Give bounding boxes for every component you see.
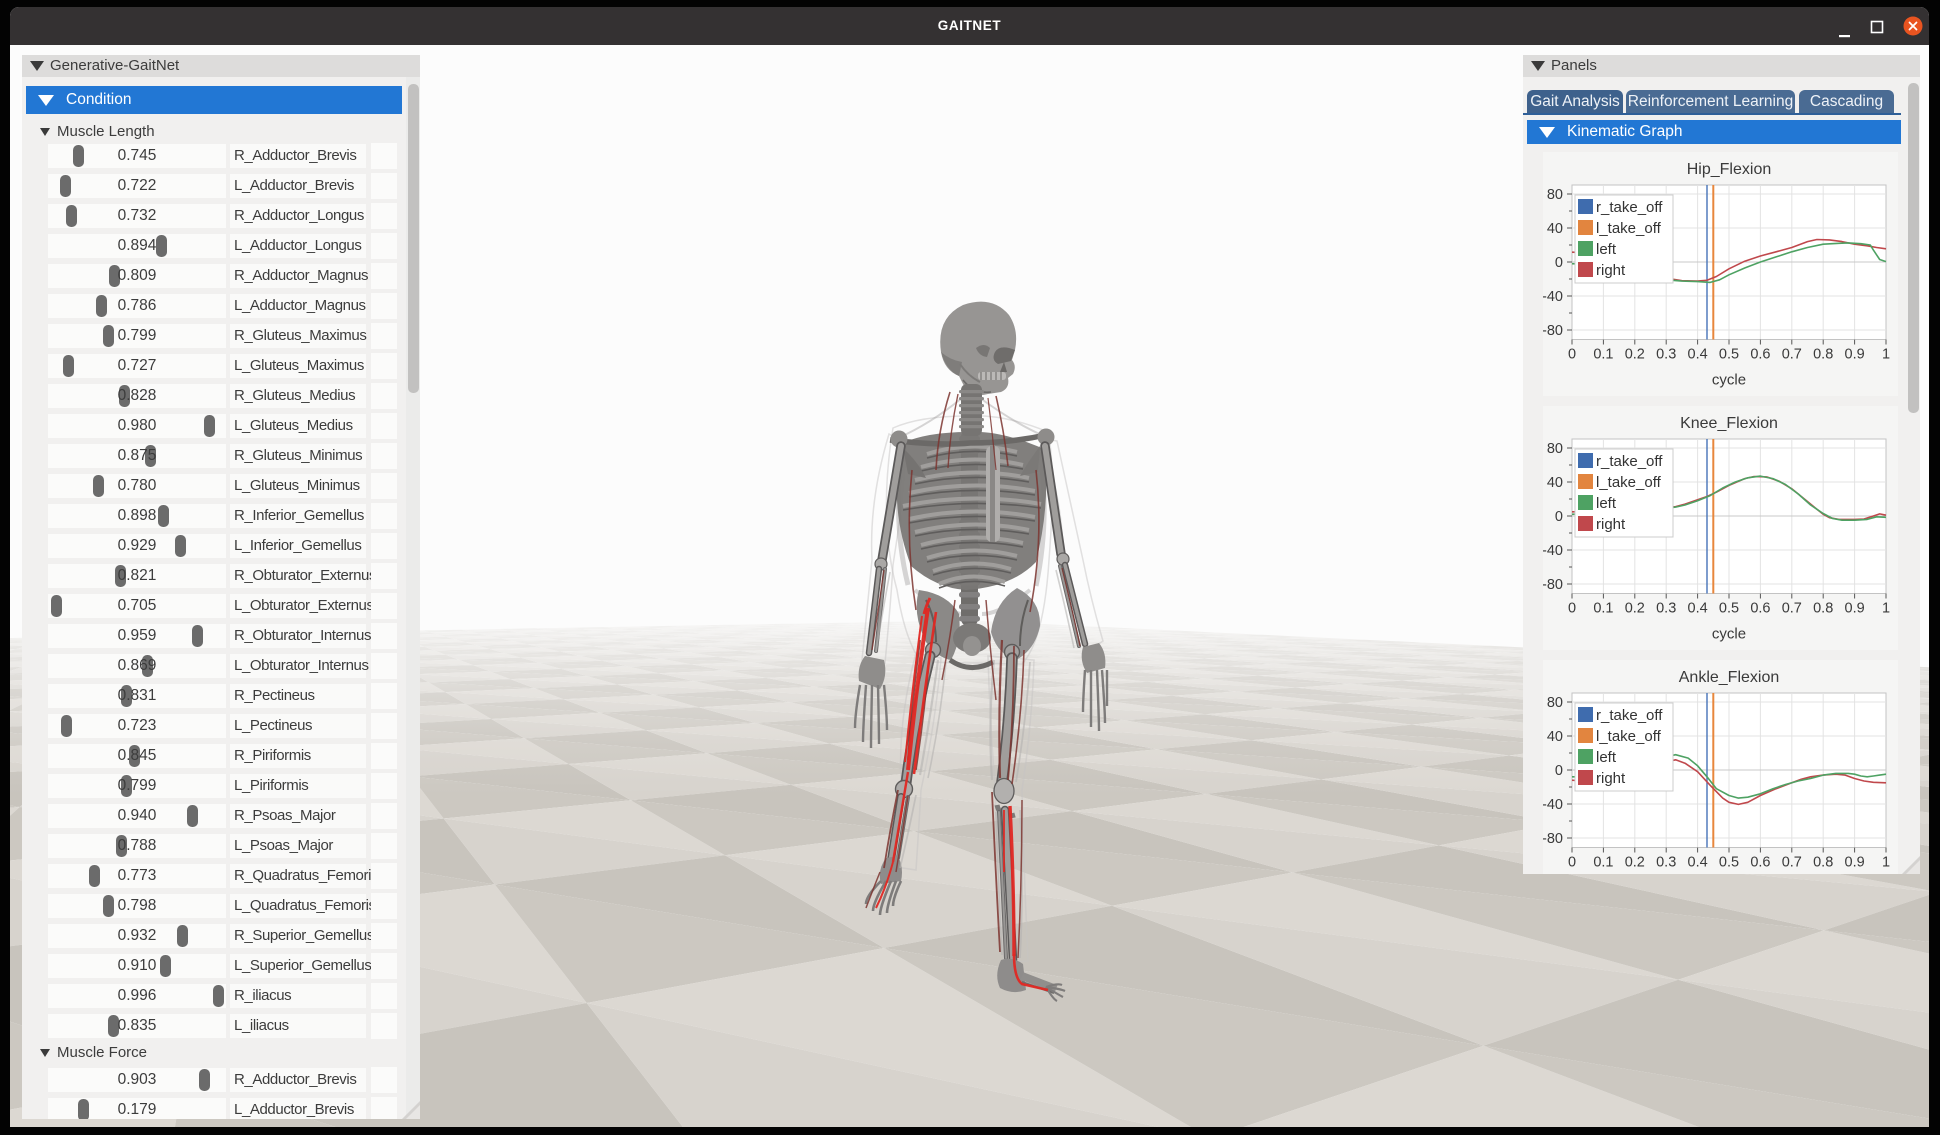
svg-text:l_take_off: l_take_off [1596, 474, 1662, 491]
svg-text:right: right [1596, 516, 1626, 533]
svg-text:0.9: 0.9 [1845, 601, 1865, 617]
svg-text:0: 0 [1555, 509, 1563, 525]
svg-text:40: 40 [1547, 221, 1563, 237]
svg-text:1: 1 [1882, 601, 1890, 617]
svg-text:r_take_off: r_take_off [1596, 707, 1663, 724]
svg-text:r_take_off: r_take_off [1596, 199, 1663, 216]
svg-text:0: 0 [1555, 255, 1563, 271]
svg-text:1: 1 [1882, 347, 1890, 363]
svg-text:left: left [1596, 495, 1617, 512]
svg-text:l_take_off: l_take_off [1596, 220, 1662, 237]
svg-text:40: 40 [1547, 475, 1563, 491]
svg-text:0.5: 0.5 [1719, 347, 1739, 363]
svg-text:0.2: 0.2 [1625, 855, 1645, 871]
svg-text:left: left [1596, 241, 1617, 258]
svg-text:left: left [1596, 749, 1617, 766]
svg-text:right: right [1596, 262, 1626, 279]
svg-text:0.5: 0.5 [1719, 601, 1739, 617]
svg-text:-80: -80 [1543, 323, 1563, 339]
svg-text:0.7: 0.7 [1782, 855, 1802, 871]
svg-text:0: 0 [1568, 347, 1576, 363]
svg-text:0.4: 0.4 [1688, 347, 1708, 363]
svg-text:0.3: 0.3 [1656, 347, 1676, 363]
svg-text:0.2: 0.2 [1625, 347, 1645, 363]
svg-text:0.9: 0.9 [1845, 855, 1865, 871]
svg-text:cycle: cycle [1712, 372, 1746, 389]
svg-text:0.8: 0.8 [1813, 855, 1833, 871]
svg-text:0: 0 [1555, 763, 1563, 779]
svg-text:0.4: 0.4 [1688, 601, 1708, 617]
svg-text:0.1: 0.1 [1593, 347, 1613, 363]
svg-text:0.7: 0.7 [1782, 601, 1802, 617]
svg-text:right: right [1596, 770, 1626, 787]
svg-text:80: 80 [1547, 441, 1563, 457]
svg-text:0.4: 0.4 [1688, 855, 1708, 871]
svg-text:-80: -80 [1543, 831, 1563, 847]
svg-text:Ankle_Flexion: Ankle_Flexion [1679, 669, 1780, 686]
svg-text:cycle: cycle [1712, 626, 1746, 643]
svg-text:0.6: 0.6 [1750, 347, 1770, 363]
svg-text:-80: -80 [1543, 577, 1563, 593]
svg-text:0.6: 0.6 [1750, 855, 1770, 871]
svg-text:0.9: 0.9 [1845, 347, 1865, 363]
svg-text:0.2: 0.2 [1625, 601, 1645, 617]
svg-text:0.7: 0.7 [1782, 347, 1802, 363]
svg-text:0.1: 0.1 [1593, 601, 1613, 617]
svg-text:40: 40 [1547, 729, 1563, 745]
svg-text:-40: -40 [1543, 289, 1563, 305]
svg-text:0: 0 [1568, 855, 1576, 871]
svg-text:0.6: 0.6 [1750, 601, 1770, 617]
svg-text:0.5: 0.5 [1719, 855, 1739, 871]
svg-text:0: 0 [1568, 601, 1576, 617]
svg-text:Hip_Flexion: Hip_Flexion [1687, 161, 1771, 178]
svg-text:l_take_off: l_take_off [1596, 728, 1662, 745]
svg-text:-40: -40 [1543, 797, 1563, 813]
svg-text:0.3: 0.3 [1656, 601, 1676, 617]
svg-text:80: 80 [1547, 695, 1563, 711]
svg-text:Knee_Flexion: Knee_Flexion [1680, 415, 1778, 432]
svg-text:0.8: 0.8 [1813, 601, 1833, 617]
svg-text:0.3: 0.3 [1656, 855, 1676, 871]
svg-text:0.8: 0.8 [1813, 347, 1833, 363]
svg-text:0.1: 0.1 [1593, 855, 1613, 871]
svg-text:r_take_off: r_take_off [1596, 453, 1663, 470]
svg-text:-40: -40 [1543, 543, 1563, 559]
svg-text:1: 1 [1882, 855, 1890, 871]
svg-text:80: 80 [1547, 187, 1563, 203]
